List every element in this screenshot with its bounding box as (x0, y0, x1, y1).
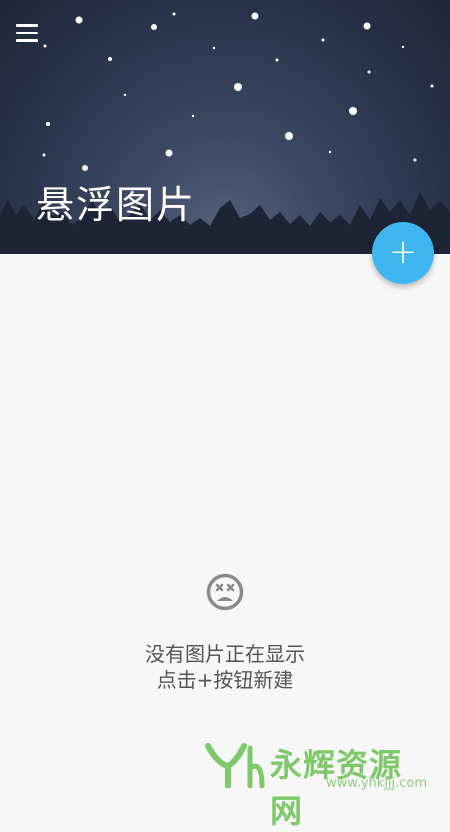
watermark-url: www.yhkjjj.com (326, 776, 428, 791)
plus-icon: + (388, 232, 418, 272)
watermark-logo-icon (205, 743, 265, 788)
menu-bar (16, 24, 38, 27)
snowflakes (42, 12, 434, 171)
header-banner: 悬浮图片 (0, 0, 450, 254)
menu-button[interactable] (16, 20, 44, 46)
menu-bar (16, 31, 38, 35)
empty-state-message: 没有图片正在显示 (145, 642, 305, 666)
page-title: 悬浮图片 (36, 183, 197, 227)
add-floating-image-button[interactable]: + (372, 222, 434, 284)
watermark: 永辉资源网 www.yhkjjj.com (204, 742, 434, 830)
menu-bar (16, 39, 38, 42)
empty-state-hint: 点击+按钮新建 (156, 668, 294, 692)
sad-face-icon (206, 573, 244, 611)
